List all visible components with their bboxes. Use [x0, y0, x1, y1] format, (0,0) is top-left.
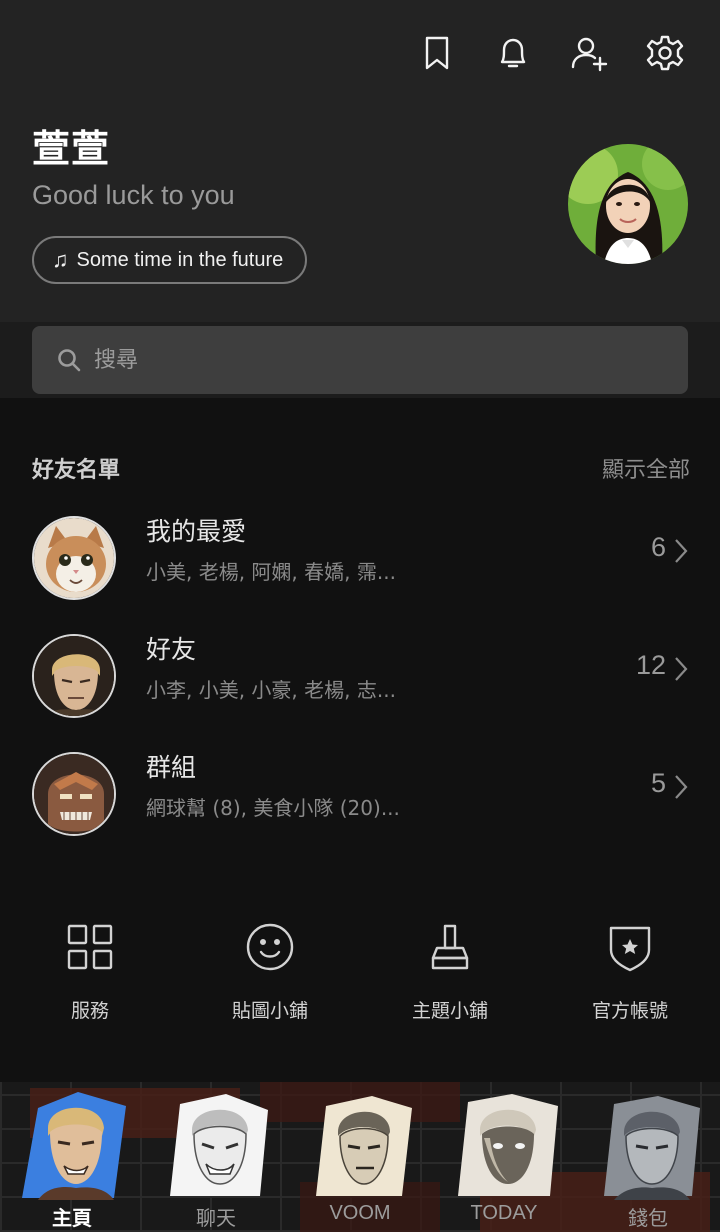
tab-wallet[interactable]: 錢包 [576, 1082, 720, 1232]
status-message[interactable]: Good luck to you [32, 180, 235, 211]
profile-name[interactable]: 萱萱 [32, 118, 110, 173]
list-item-count: 12 [635, 650, 666, 680]
groups-avatar [32, 752, 116, 836]
top-toolbar [414, 30, 688, 76]
list-item-subtitle: 小李, 小美, 小豪, 老楊, 志... [146, 678, 396, 702]
list-item-count: 5 [650, 768, 666, 798]
voom-tab-icon [306, 1088, 418, 1200]
profile-music-button[interactable]: ♫ Some time in the future [32, 236, 308, 284]
tab-label: VOOM [329, 1202, 391, 1224]
service-label: 主題小鋪 [411, 1000, 488, 1022]
show-all-link[interactable]: 顯示全部 [602, 452, 690, 484]
chevron-right-icon [674, 774, 688, 800]
service-label: 貼圖小鋪 [231, 1000, 308, 1022]
service-label: 服務 [70, 1000, 109, 1022]
friends-section-title: 好友名單 [32, 458, 121, 483]
service-theme-shop[interactable]: 主題小鋪 [360, 920, 540, 1030]
home-tab-icon [18, 1088, 130, 1200]
wallet-tab-icon [594, 1088, 706, 1200]
brush-icon [431, 924, 469, 970]
profile-header: 萱萱 Good luck to you ♫ Some time in the f… [0, 0, 720, 322]
music-title: Some time in the future [76, 248, 284, 271]
tab-voom[interactable]: VOOM [288, 1082, 432, 1232]
list-item-favorites[interactable]: 我的最愛 小美, 老楊, 阿嫻, 春嬌, 霈... 6 [0, 508, 720, 608]
music-note-icon: ♫ [52, 247, 69, 272]
service-services[interactable]: 服務 [0, 920, 180, 1030]
tab-today[interactable]: TODAY [432, 1082, 576, 1232]
favorites-avatar [32, 516, 116, 600]
search-icon [58, 349, 81, 372]
tab-label: 主頁 [52, 1206, 92, 1230]
list-item-title: 好友 [146, 635, 197, 664]
list-item-groups[interactable]: 群組 網球幫 (8), 美食小隊 (20)... 5 [0, 744, 720, 844]
grid-icon [67, 924, 113, 970]
bookmark-icon[interactable] [414, 30, 460, 76]
today-tab-icon [450, 1088, 562, 1200]
list-item-friends[interactable]: 好友 小李, 小美, 小豪, 老楊, 志... 12 [0, 626, 720, 726]
search-input[interactable] [94, 347, 654, 373]
chevron-right-icon [674, 656, 688, 682]
tab-label: TODAY [470, 1202, 538, 1224]
service-official-accounts[interactable]: 官方帳號 [540, 920, 720, 1030]
shield-star-icon [609, 926, 651, 972]
services-bar: 服務 貼圖小鋪 主題小鋪 官方帳號 [0, 920, 720, 1030]
bottom-nav: 主頁 聊天 VOOM TODAY 錢包 [0, 1082, 720, 1232]
add-friend-icon[interactable] [566, 30, 612, 76]
chevron-right-icon [674, 538, 688, 564]
gear-icon[interactable] [642, 30, 688, 76]
list-item-title: 群組 [146, 753, 197, 782]
tab-label: 錢包 [628, 1208, 668, 1230]
service-sticker-shop[interactable]: 貼圖小鋪 [180, 920, 360, 1030]
chat-tab-icon [162, 1088, 274, 1200]
list-item-subtitle: 小美, 老楊, 阿嫻, 春嬌, 霈... [146, 560, 396, 584]
tab-home[interactable]: 主頁 [0, 1082, 144, 1232]
search-bar[interactable] [32, 326, 688, 394]
profile-avatar[interactable] [568, 144, 688, 264]
list-item-subtitle: 網球幫 (8), 美食小隊 (20)... [146, 796, 400, 820]
list-item-count: 6 [650, 532, 666, 562]
service-label: 官方帳號 [591, 1000, 668, 1022]
tab-label: 聊天 [196, 1208, 236, 1230]
tab-chat[interactable]: 聊天 [144, 1082, 288, 1232]
list-item-title: 我的最愛 [146, 517, 247, 546]
smiley-icon [246, 923, 294, 971]
friends-avatar [32, 634, 116, 718]
bell-icon[interactable] [490, 30, 536, 76]
